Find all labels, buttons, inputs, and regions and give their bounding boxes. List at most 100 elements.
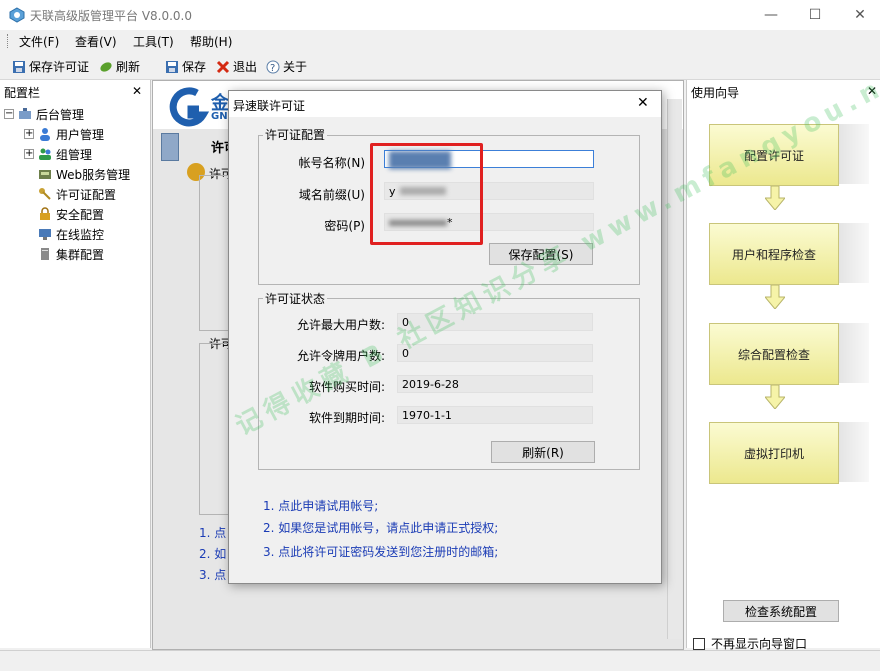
sidebar-title: 配置栏 — [4, 86, 41, 100]
config-group-title: 许可证配置 — [263, 126, 328, 143]
expire-date-field: 1970-1-1 — [397, 406, 593, 424]
tree-item-monitor[interactable]: 在线监控 — [38, 224, 104, 244]
tree-item-web[interactable]: Web服务管理 — [38, 164, 130, 184]
step-virtual-printer[interactable]: 虚拟打印机 — [709, 422, 839, 484]
exit-label: 退出 — [233, 60, 258, 74]
step-label: 用户和程序检查 — [731, 247, 816, 262]
tree-item-label: 集群配置 — [56, 247, 105, 262]
save-license-button[interactable]: 保存许可证 — [12, 58, 89, 75]
minimize-button[interactable]: — — [755, 4, 787, 26]
exit-toolbar-button[interactable]: 退出 — [216, 58, 257, 75]
down-arrow-icon — [765, 385, 785, 409]
maximize-button[interactable]: ☐ — [799, 4, 831, 26]
collapse-icon[interactable]: − — [4, 109, 14, 119]
key-icon — [39, 188, 51, 200]
save-license-label: 保存许可证 — [29, 60, 90, 74]
title-bar: 天联高级版管理平台 V8.0.0.0 — ☐ ✕ — [0, 0, 880, 30]
web-service-icon — [39, 170, 51, 179]
menu-grip — [7, 34, 10, 48]
config-sidebar: 配置栏 ✕ − 后台管理 + 用户管理 + 组管理 Web服务管理 许可证配置 … — [0, 80, 151, 648]
tree-item-groups[interactable]: + 组管理 — [24, 144, 92, 164]
menu-help[interactable]: 帮助(H) — [190, 33, 232, 50]
refresh-label: 刷新 — [116, 60, 141, 74]
about-label: 关于 — [283, 60, 308, 74]
red-x-icon — [216, 60, 230, 73]
menu-tools[interactable]: 工具(T) — [133, 33, 174, 50]
license-dialog: 异速联许可证 ✕ 许可证配置 帐号名称(N) xxxxxxxx 域名前缀(U) … — [228, 90, 662, 584]
wizard-blank-area — [691, 494, 877, 602]
dialog-title: 异速联许可证 — [233, 99, 306, 113]
down-arrow-icon — [765, 285, 785, 309]
dialog-close-button[interactable]: ✕ — [637, 95, 649, 111]
document-icon — [161, 133, 179, 161]
status-bar — [0, 650, 880, 671]
company-logo — [169, 87, 210, 127]
status-group-title: 许可证状态 — [263, 290, 328, 307]
tree-item-label: 安全配置 — [56, 207, 105, 222]
link-partial[interactable]: 3. 点 — [199, 566, 226, 583]
link-partial[interactable]: 2. 如 — [199, 545, 226, 562]
tree-item-label: 许可证配置 — [56, 187, 117, 202]
menu-file[interactable]: 文件(F) — [19, 33, 59, 50]
floppy-icon — [13, 60, 25, 73]
sidebar-close-icon[interactable]: ✕ — [132, 84, 142, 98]
menu-bar: 文件(F) 查看(V) 工具(T) 帮助(H) — [0, 30, 880, 52]
purchase-date-value: 2019-6-28 — [402, 378, 459, 391]
tree-root-label: 后台管理 — [36, 107, 85, 122]
tree-item-label: 在线监控 — [56, 227, 105, 242]
tree-item-license[interactable]: 许可证配置 — [38, 184, 116, 204]
max-users-label: 允许最大用户数: — [296, 318, 385, 332]
purchase-date-field: 2019-6-28 — [397, 375, 593, 393]
expand-icon[interactable]: + — [24, 149, 34, 159]
help-circle-icon: ? — [266, 60, 280, 74]
down-arrow-icon — [765, 186, 785, 210]
window-title: 天联高级版管理平台 V8.0.0.0 — [30, 9, 193, 23]
tree-item-label: 用户管理 — [56, 127, 105, 142]
network-icon — [19, 108, 31, 119]
tree-root-backend[interactable]: − 后台管理 — [4, 104, 84, 124]
step-shadow — [839, 323, 869, 383]
dont-show-checkbox[interactable] — [693, 637, 705, 650]
link-partial[interactable]: 1. 点 — [199, 524, 226, 541]
refresh-license-button[interactable]: 刷新(R) — [491, 441, 595, 463]
password-label: 密码(P) — [324, 219, 365, 233]
user-icon — [40, 128, 50, 141]
logo-subtext: GN — [211, 111, 228, 122]
red-highlight-box — [370, 143, 483, 245]
svg-text:?: ? — [270, 63, 275, 74]
step-shadow — [839, 422, 869, 482]
button-label: 检查系统配置 — [744, 604, 817, 619]
group-frame — [199, 343, 228, 515]
expire-date-value: 1970-1-1 — [402, 409, 452, 422]
close-window-button[interactable]: ✕ — [844, 4, 876, 26]
menu-view[interactable]: 查看(V) — [75, 33, 117, 50]
check-system-config-button[interactable]: 检查系统配置 — [723, 600, 839, 622]
about-toolbar-button[interactable]: ? 关于 — [266, 58, 307, 75]
tree-item-security[interactable]: 安全配置 — [38, 204, 104, 224]
floppy-icon — [166, 60, 178, 73]
tree-item-users[interactable]: + 用户管理 — [24, 124, 104, 144]
save-toolbar-button[interactable]: 保存 — [165, 58, 206, 75]
expand-icon[interactable]: + — [24, 129, 34, 139]
email-license-link[interactable]: 3. 点此将许可证密码发送到您注册时的邮箱; — [263, 543, 498, 560]
apply-trial-link[interactable]: 1. 点此申请试用帐号; — [263, 497, 378, 514]
monitor-icon — [39, 229, 51, 240]
apply-formal-license-link[interactable]: 2. 如果您是试用帐号，请点此申请正式授权; — [263, 519, 498, 536]
step-user-check[interactable]: 用户和程序检查 — [709, 223, 839, 285]
refresh-toolbar-button[interactable]: 刷新 — [99, 58, 140, 75]
token-users-field: 0 — [397, 344, 593, 362]
wizard-title: 使用向导 — [691, 86, 740, 100]
tree-item-cluster[interactable]: 集群配置 — [38, 244, 104, 264]
button-label: 刷新(R) — [522, 445, 564, 460]
domain-label: 域名前缀(U) — [298, 188, 365, 202]
step-label: 综合配置检查 — [737, 347, 810, 362]
tree-item-label: Web服务管理 — [56, 167, 131, 182]
group-icon — [39, 148, 51, 160]
step-overall-check[interactable]: 综合配置检查 — [709, 323, 839, 385]
tree-item-label: 组管理 — [56, 147, 93, 162]
step-label: 虚拟打印机 — [743, 446, 804, 461]
app-logo-icon — [9, 7, 25, 23]
toolbar: 保存许可证 刷新 保存 退出 ? 关于 — [0, 53, 880, 80]
leaf-refresh-icon — [100, 61, 112, 72]
group-frame — [199, 175, 228, 331]
